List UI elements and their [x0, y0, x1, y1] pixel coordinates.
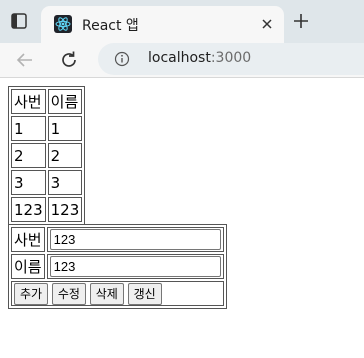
cell-name: 1: [47, 116, 83, 141]
cell-name: 3: [47, 170, 83, 195]
table-row[interactable]: 1 1: [11, 116, 83, 141]
close-icon[interactable]: [260, 17, 274, 31]
cell-name: 123: [47, 197, 83, 222]
cell-name: 2: [47, 143, 83, 168]
browser-toolbar: localhost:3000: [0, 43, 364, 77]
employee-form: 사번 이름 추가 수정 삭제 갱신: [8, 224, 227, 309]
edit-button[interactable]: 수정: [51, 282, 86, 305]
url-port: :3000: [210, 50, 252, 66]
back-arrow-icon[interactable]: [14, 49, 36, 71]
delete-button[interactable]: 삭제: [89, 282, 124, 305]
table-header-row: 사번 이름: [11, 89, 83, 114]
form-row-actions: 추가 수정 삭제 갱신: [11, 281, 224, 306]
address-bar[interactable]: localhost:3000: [98, 43, 364, 75]
url-text[interactable]: localhost:3000: [148, 50, 251, 66]
column-header-id: 사번: [11, 89, 46, 114]
table-row[interactable]: 2 2: [11, 143, 83, 168]
page-content: 사번 이름 1 1 2 2 3 3 123 123 사번 이름: [0, 77, 364, 358]
column-header-name: 이름: [47, 89, 83, 114]
name-field-cell: [46, 254, 224, 279]
url-host: localhost: [148, 50, 211, 66]
id-input[interactable]: [49, 229, 221, 250]
new-tab-icon[interactable]: [292, 12, 310, 30]
name-label: 이름: [11, 254, 45, 279]
browser-tab[interactable]: React 앱: [41, 6, 284, 43]
id-field-cell: [46, 227, 224, 252]
cell-id: 1: [11, 116, 46, 141]
name-input[interactable]: [49, 256, 221, 277]
reload-icon[interactable]: [58, 49, 80, 71]
refresh-button[interactable]: 갱신: [127, 282, 162, 305]
form-row-id: 사번: [11, 227, 224, 252]
cell-id: 2: [11, 143, 46, 168]
browser-titlebar: React 앱: [0, 0, 364, 43]
id-label: 사번: [11, 227, 45, 252]
employee-table: 사번 이름 1 1 2 2 3 3 123 123: [8, 86, 86, 225]
add-button[interactable]: 추가: [14, 282, 49, 305]
table-row[interactable]: 3 3: [11, 170, 83, 195]
info-icon[interactable]: [114, 51, 130, 67]
cell-id: 123: [11, 197, 46, 222]
sidebar-toggle-icon[interactable]: [10, 12, 28, 30]
table-row[interactable]: 123 123: [11, 197, 83, 222]
cell-id: 3: [11, 170, 46, 195]
form-row-name: 이름: [11, 254, 224, 279]
actions-cell: 추가 수정 삭제 갱신: [11, 281, 224, 306]
tab-title: React 앱: [82, 18, 139, 34]
react-logo-icon: [54, 15, 72, 33]
